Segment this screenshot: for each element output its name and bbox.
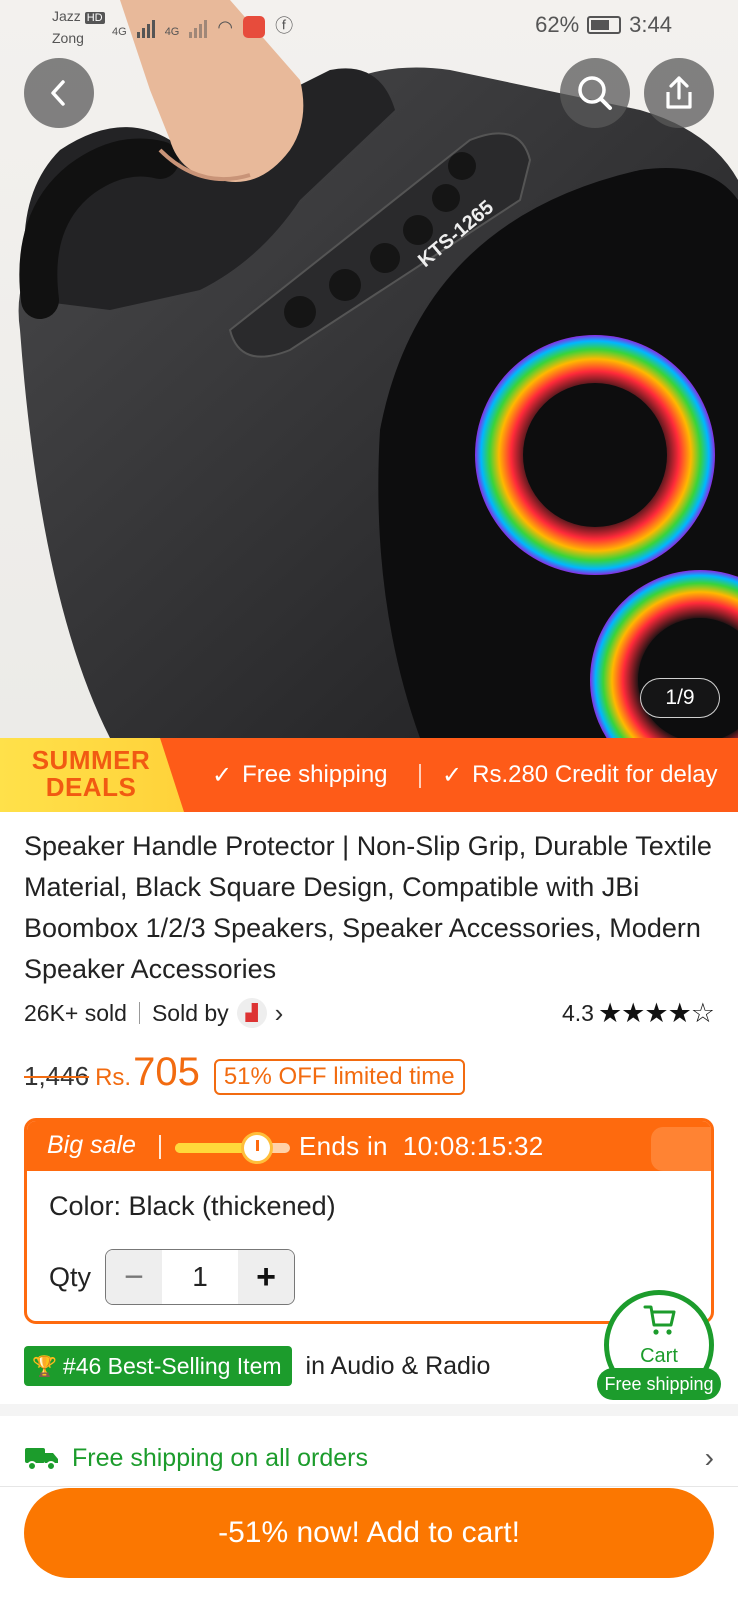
free-shipping-feature: ✓ Free shipping [212,738,388,812]
signal-indicators: 4G 4G ◠ ⓕ [112,12,293,38]
quantity-stepper[interactable]: − 1 + [105,1249,296,1305]
seller-logo-icon[interactable]: ▟ [236,998,267,1028]
carrier-1: Jazz [52,8,81,24]
trophy-icon: 🏆 [32,1355,57,1378]
divider [138,1002,140,1024]
facebook-icon: ⓕ [275,16,294,36]
chevron-right-icon: › [704,1442,714,1473]
big-sale-label: Big sale [47,1131,136,1159]
product-image-gallery[interactable]: KTS-1265 Jazz HD Zong 4G 4G ◠ ⓕ 62% 3:44 [0,0,738,738]
ends-in-label: Ends in [299,1131,388,1161]
section-separator [0,1404,738,1416]
back-button[interactable] [24,58,94,128]
best-seller-rank: #46 Best-Selling Item [62,1352,282,1379]
promo-banner: SUMMER DEALS ✓ Free shipping ✓ Rs.280 Cred… [0,738,738,812]
cart-icon [643,1305,676,1335]
cart-label: Cart [640,1345,678,1367]
clock-icon [241,1132,273,1164]
add-to-cart-button[interactable]: -51% now! Add to cart! [24,1488,714,1578]
big-sale-bar: Big sale Ends in 10:08:15:32 [27,1121,711,1171]
increase-quantity-button[interactable]: + [238,1250,295,1304]
battery-icon [587,16,622,34]
decrease-quantity-button[interactable]: − [106,1250,163,1304]
summer-deals-badge: SUMMER DEALS [0,738,184,812]
check-icon: ✓ [212,761,233,789]
signal-icon-2 [189,20,208,38]
chevron-right-icon[interactable]: › [275,998,284,1029]
sale-options-box: Big sale Ends in 10:08:15:32 Color: Blac… [24,1118,714,1324]
countdown: Ends in 10:08:15:32 [299,1131,544,1162]
share-button[interactable] [644,58,714,128]
sold-by-label: Sold by [151,999,229,1026]
best-seller-row[interactable]: 🏆 #46 Best-Selling Item in Audio & Radio [24,1346,490,1386]
check-icon: ✓ [442,761,463,789]
original-price: 1,446 [24,1061,90,1091]
divider [0,1486,738,1487]
wifi-icon: ◠ [217,17,234,37]
discount-badge: 51% OFF limited time [213,1059,465,1095]
app-notification-icon [243,16,266,38]
product-page: KTS-1265 Jazz HD Zong 4G 4G ◠ ⓕ 62% 3:44 [0,0,738,1600]
countdown-timer: 10:08:15:32 [402,1131,544,1161]
shopping-bag-icon [651,1127,711,1171]
currency-label: Rs. [95,1064,132,1091]
carrier-2: Zong [52,30,84,46]
star-rating-icon: ★★★★☆ [597,997,715,1028]
price-row: 1,446 Rs. 705 51% OFF limited time [24,1050,465,1104]
chevron-left-icon [51,80,65,106]
best-seller-category: in Audio & Radio [305,1351,491,1380]
status-bar: Jazz HD Zong 4G 4G ◠ ⓕ 62% 3:44 [0,0,738,50]
network-type-2: 4G [164,26,180,38]
sold-count: 26K+ sold [24,999,127,1026]
cart-free-shipping-pill: Free shipping [597,1368,721,1400]
image-counter: 1/9 [640,678,720,718]
delivery-truck-icon [25,1448,58,1471]
speaker-product-image: KTS-1265 [18,0,738,738]
battery-percent: 62% [535,12,580,37]
delay-credit-feature: ✓ Rs.280 Credit for delay [442,738,718,812]
current-price: 705 [133,1050,200,1094]
selected-color[interactable]: Color: Black (thickened) [49,1191,336,1222]
shipping-text: Free shipping on all orders [72,1443,368,1472]
delay-credit-label: Rs.280 Credit for delay [472,761,718,788]
quantity-value[interactable]: 1 [162,1250,238,1304]
carrier-names: Jazz HD Zong [52,6,105,48]
quantity-row: Qty − 1 + [49,1249,296,1305]
divider [159,1135,161,1159]
product-title: Speaker Handle Protector | Non-Slip Grip… [24,831,712,984]
rating-value: 4.3 [561,999,594,1026]
divider [419,764,421,788]
share-icon [666,76,692,109]
search-icon [578,76,612,110]
best-seller-badge: 🏆 #46 Best-Selling Item [24,1346,292,1386]
search-button[interactable] [560,58,630,128]
hd-badge: HD [84,12,105,24]
free-shipping-label: Free shipping [242,761,388,788]
rating[interactable]: 4.3 ★★★★☆ [561,996,715,1030]
signal-icon [136,20,155,38]
shipping-row[interactable]: Free shipping on all orders › [24,1438,714,1478]
clock: 3:44 [629,12,672,37]
summer-deals-label: SUMMER DEALS [31,745,151,802]
network-type-1: 4G [112,26,127,38]
status-right: 62% 3:44 [535,12,672,38]
qty-label: Qty [49,1261,92,1292]
